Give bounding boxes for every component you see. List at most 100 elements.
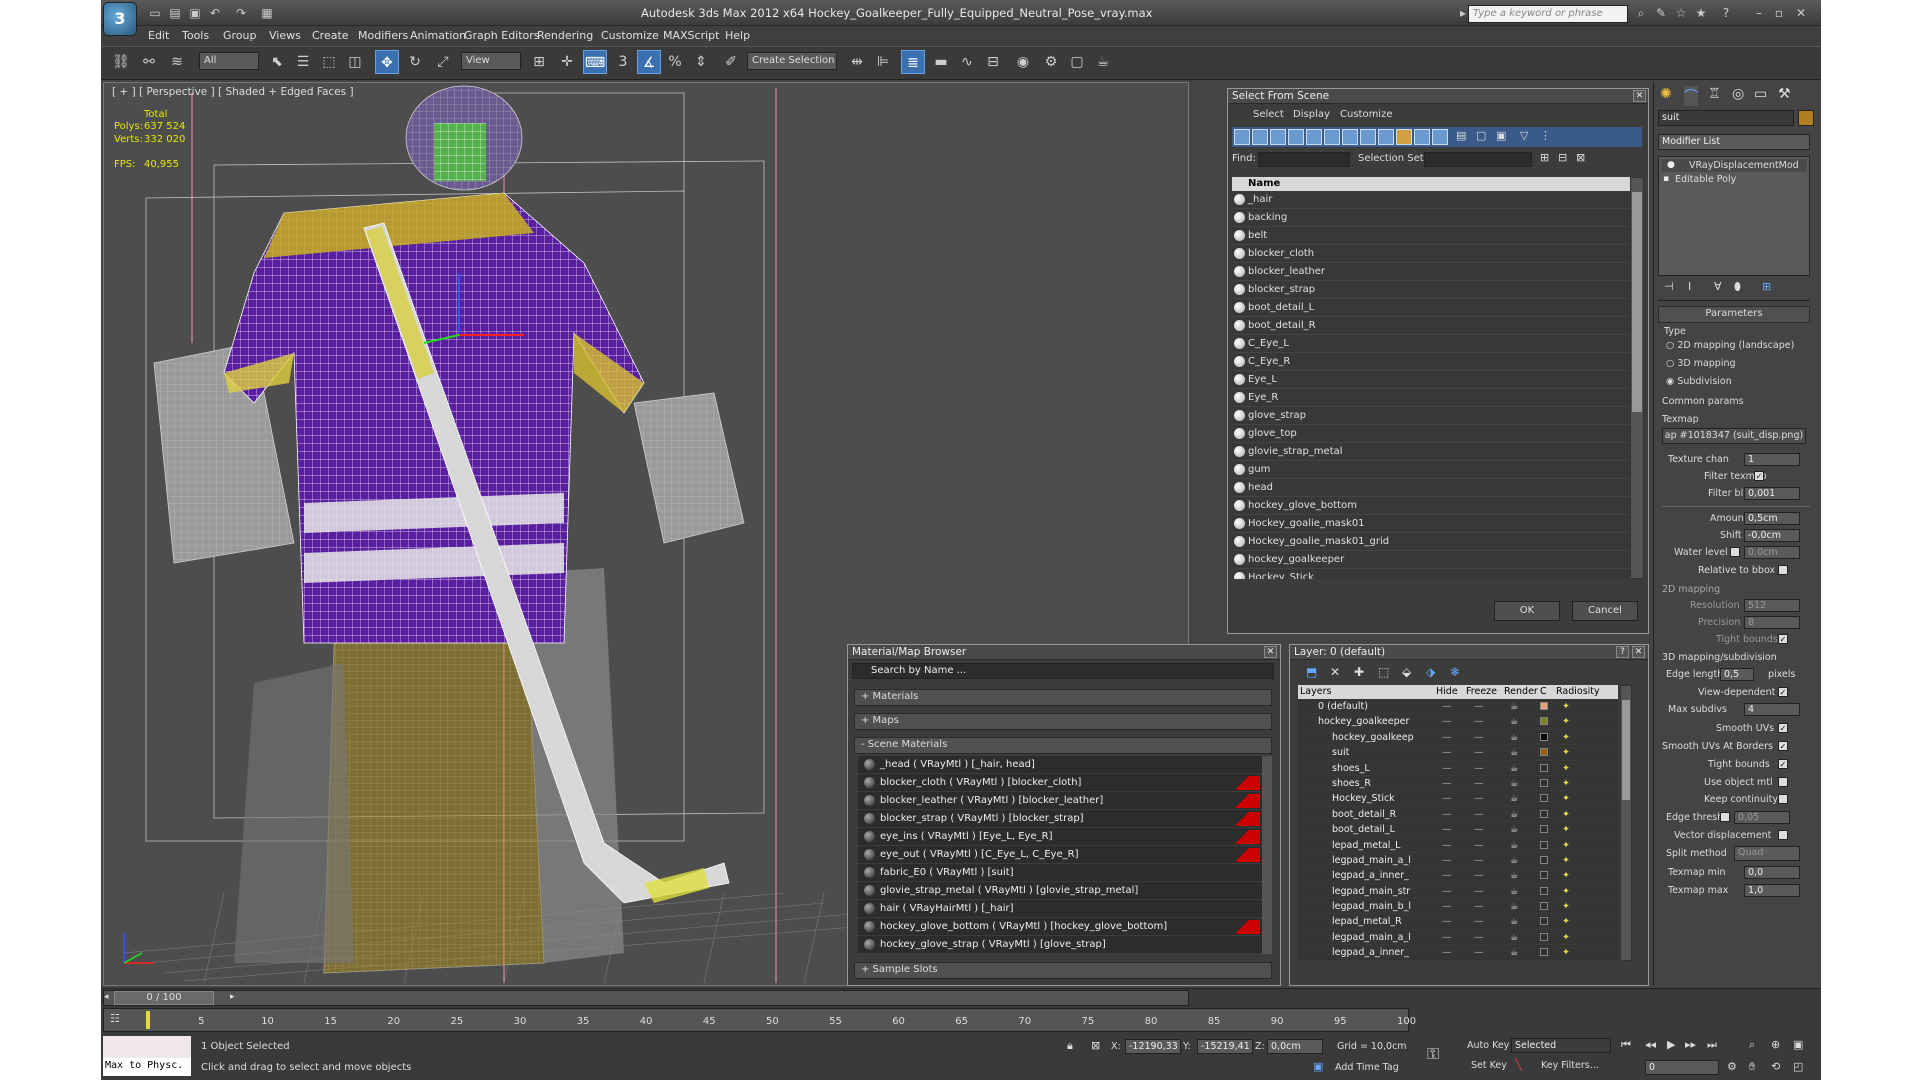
col-hide[interactable]: Hide bbox=[1436, 685, 1458, 699]
scene-object-row[interactable]: Hockey_goalie_mask01 bbox=[1232, 515, 1630, 533]
maxscript-listener-input[interactable]: Max to Physc. bbox=[103, 1058, 191, 1076]
filter-icon[interactable]: ▽ bbox=[1520, 129, 1534, 145]
radiosity-toggle-icon[interactable]: ✦ bbox=[1562, 776, 1570, 791]
scene-material-row[interactable]: glovie_strap_metal ( VRayMtl ) [glovie_s… bbox=[858, 882, 1262, 900]
ribbon-icon[interactable]: ▬ bbox=[929, 50, 953, 74]
hide-toggle[interactable]: — bbox=[1442, 853, 1452, 868]
menu-create[interactable]: Create bbox=[312, 29, 349, 42]
layer-color-swatch[interactable] bbox=[1540, 763, 1548, 772]
radiosity-toggle-icon[interactable]: ✦ bbox=[1562, 838, 1570, 853]
menu-edit[interactable]: Edit bbox=[148, 29, 169, 42]
hide-toggle[interactable]: — bbox=[1442, 791, 1452, 806]
material-search-input[interactable]: Search by Name ... bbox=[852, 663, 1274, 679]
hide-toggle[interactable]: — bbox=[1442, 838, 1452, 853]
zoom-extents-icon[interactable]: ▣ bbox=[1793, 1038, 1803, 1051]
sfs-menu-display[interactable]: Display bbox=[1293, 109, 1330, 120]
select-object-icon[interactable]: ⬉ bbox=[265, 50, 289, 74]
scene-material-row[interactable]: blocker_cloth ( VRayMtl ) [blocker_cloth… bbox=[858, 774, 1262, 792]
time-tag-icon[interactable]: ▣ bbox=[1313, 1060, 1323, 1073]
layer-color-swatch[interactable] bbox=[1540, 748, 1548, 757]
layer-list-scrollbar[interactable] bbox=[1620, 685, 1632, 961]
keyboard-shortcut-icon[interactable]: ⌨ bbox=[583, 50, 607, 74]
col-color[interactable]: C bbox=[1540, 685, 1547, 699]
sfs-menu-customize[interactable]: Customize bbox=[1340, 109, 1393, 120]
scene-object-row[interactable]: hockey_goalkeeper bbox=[1232, 551, 1630, 569]
freeze-toggle[interactable]: — bbox=[1474, 791, 1484, 806]
water-level-checkbox[interactable] bbox=[1730, 547, 1740, 557]
keep-continuity-checkbox[interactable] bbox=[1778, 794, 1788, 804]
edge-thresh-checkbox[interactable] bbox=[1720, 812, 1730, 822]
prev-key-icon[interactable]: ◂◂ bbox=[1645, 1038, 1656, 1051]
select-by-name-icon[interactable]: ☰ bbox=[291, 50, 315, 74]
relative-bbox-checkbox[interactable] bbox=[1778, 565, 1788, 575]
radio-2d-mapping[interactable]: ○ 2D mapping (landscape) bbox=[1666, 340, 1794, 351]
z-coordinate[interactable]: 0,0cm bbox=[1267, 1039, 1323, 1054]
hide-toggle[interactable]: — bbox=[1442, 945, 1452, 960]
menu-tools[interactable]: Tools bbox=[182, 29, 209, 42]
freeze-toggle[interactable]: — bbox=[1474, 822, 1484, 837]
layer-row[interactable]: hockey_goalkeep — — ☕ ✦ bbox=[1298, 730, 1618, 746]
scene-object-row[interactable]: Hockey_goalie_mask01_grid bbox=[1232, 533, 1630, 551]
scene-object-row[interactable]: head bbox=[1232, 479, 1630, 497]
pin-stack-icon[interactable]: ⊣ bbox=[1664, 280, 1674, 293]
layer-color-swatch[interactable] bbox=[1540, 702, 1548, 710]
modifier-list-dropdown[interactable]: Modifier List bbox=[1658, 134, 1810, 150]
close-icon[interactable]: ✕ bbox=[1264, 646, 1277, 658]
maps-section[interactable]: + Maps bbox=[854, 713, 1272, 730]
display-xrefs-icon[interactable] bbox=[1360, 129, 1376, 145]
render-toggle-icon[interactable]: ☕ bbox=[1510, 868, 1519, 883]
hide-toggle[interactable]: — bbox=[1442, 914, 1452, 929]
hide-toggle[interactable]: — bbox=[1442, 868, 1452, 883]
configure-sets-icon[interactable]: ⊞ bbox=[1762, 280, 1771, 293]
goto-end-icon[interactable]: ⏭ bbox=[1707, 1038, 1717, 1052]
hide-toggle[interactable]: — bbox=[1442, 761, 1452, 776]
select-move-icon[interactable]: ✥ bbox=[375, 50, 399, 74]
scene-material-row[interactable]: fabric_E0 ( VRayMtl ) [suit] bbox=[858, 864, 1262, 882]
scene-object-row[interactable]: C_Eye_L bbox=[1232, 335, 1630, 353]
scene-object-row[interactable]: belt bbox=[1232, 227, 1630, 245]
add-to-layer-icon[interactable]: ✚ bbox=[1354, 665, 1364, 679]
sfs-menu-select[interactable]: Select bbox=[1253, 109, 1284, 120]
redo-icon[interactable]: ↷ bbox=[231, 4, 251, 22]
angle-snap-icon[interactable]: ∡ bbox=[637, 50, 661, 74]
percent-snap-icon[interactable]: % bbox=[663, 50, 687, 74]
hide-toggle[interactable]: — bbox=[1442, 899, 1452, 914]
curve-editor-icon[interactable]: ∿ bbox=[955, 50, 979, 74]
ok-button[interactable]: OK bbox=[1494, 601, 1560, 621]
menu-views[interactable]: Views bbox=[269, 29, 301, 42]
materials-scrollbar[interactable] bbox=[1262, 756, 1272, 954]
layer-row[interactable]: hockey_goalkeeper — — ☕ ✦ bbox=[1298, 714, 1618, 730]
x-coordinate[interactable]: -12190,33 bbox=[1125, 1039, 1181, 1054]
utilities-tab-icon[interactable]: ⚒ bbox=[1778, 86, 1791, 102]
orbit-icon[interactable]: ⟲ bbox=[1771, 1060, 1780, 1073]
radiosity-toggle-icon[interactable]: ✦ bbox=[1562, 807, 1570, 822]
selection-set-dropdown[interactable] bbox=[1424, 152, 1532, 167]
radio-subdivision[interactable]: ◉ Subdivision bbox=[1666, 376, 1732, 387]
next-key-icon[interactable]: ▸▸ bbox=[1685, 1038, 1696, 1051]
edge-thresh-spinner[interactable]: 0,05 bbox=[1734, 811, 1790, 824]
undo-icon[interactable]: ↶ bbox=[205, 4, 225, 22]
show-end-result-icon[interactable]: Ⅰ bbox=[1688, 280, 1691, 293]
render-toggle-icon[interactable]: ☕ bbox=[1510, 838, 1519, 853]
radiosity-toggle-icon[interactable]: ✦ bbox=[1562, 730, 1570, 745]
key-selection-dropdown[interactable]: Selected bbox=[1511, 1038, 1611, 1053]
motion-tab-icon[interactable]: ◎ bbox=[1732, 86, 1744, 102]
layer-color-swatch[interactable] bbox=[1540, 794, 1548, 803]
name-column-header[interactable]: Name bbox=[1232, 177, 1630, 191]
maximize-viewport-icon[interactable]: ◰ bbox=[1793, 1060, 1803, 1073]
auto-key-button[interactable]: Auto Key bbox=[1467, 1040, 1509, 1051]
modifier-stack-vraydisplacement[interactable]: VRayDisplacementMod bbox=[1661, 159, 1807, 172]
tight-bounds-2d-checkbox[interactable]: ✓ bbox=[1778, 634, 1788, 644]
menu-help[interactable]: Help bbox=[725, 29, 750, 42]
layer-color-swatch[interactable] bbox=[1540, 855, 1548, 864]
layer-row[interactable]: legpad_a_inner_ — — ☕ ✦ bbox=[1298, 868, 1618, 884]
minimize-icon[interactable]: – bbox=[1749, 4, 1769, 22]
expand-plus-icon[interactable]: ▪ bbox=[1663, 174, 1669, 184]
find-input[interactable] bbox=[1258, 152, 1350, 167]
layer-row[interactable]: legpad_main_str — — ☕ ✦ bbox=[1298, 884, 1618, 900]
scene-materials-list[interactable]: _head ( VRayMtl ) [_hair, head] blocker_c… bbox=[858, 756, 1262, 956]
time-slider-thumb[interactable]: 0 / 100 bbox=[114, 991, 214, 1005]
render-toggle-icon[interactable]: ☕ bbox=[1510, 930, 1519, 945]
smooth-uvs-borders-checkbox[interactable]: ✓ bbox=[1778, 741, 1788, 751]
viewport-label[interactable]: [ + ] [ Perspective ] [ Shaded + Edged F… bbox=[112, 86, 354, 98]
